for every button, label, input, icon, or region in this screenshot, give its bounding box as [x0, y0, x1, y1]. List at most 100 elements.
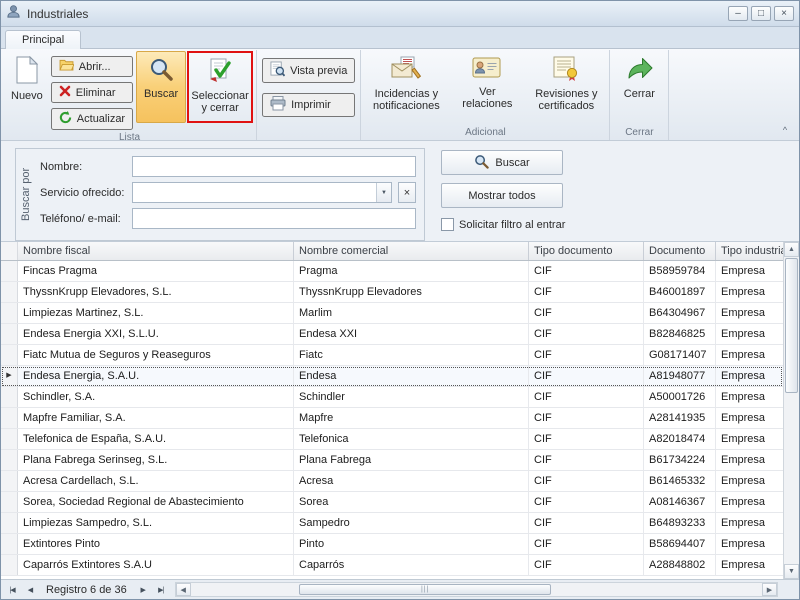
- nombre-label: Nombre:: [40, 161, 128, 173]
- buscar-panel-button[interactable]: Buscar: [441, 150, 563, 175]
- nuevo-button[interactable]: Nuevo: [6, 51, 48, 123]
- cell: Mapfre: [294, 408, 529, 428]
- relations-icon: [472, 56, 502, 84]
- cell: Empresa: [716, 282, 783, 302]
- scroll-right-icon[interactable]: ▶: [762, 583, 777, 596]
- vista-previa-button[interactable]: Vista previa: [262, 58, 355, 83]
- scroll-down-icon[interactable]: ▼: [784, 564, 799, 579]
- cell: CIF: [529, 492, 644, 512]
- seleccionar-y-cerrar-button[interactable]: Seleccionar y cerrar: [189, 53, 251, 121]
- cell: Fiatc Mutua de Seguros y Reaseguros: [18, 345, 294, 365]
- actualizar-button[interactable]: Actualizar: [51, 108, 133, 130]
- column-header-nombre-comercial[interactable]: Nombre comercial: [294, 242, 529, 260]
- table-row[interactable]: Schindler, S.A.SchindlerCIFA50001726Empr…: [1, 387, 783, 408]
- cell: Empresa: [716, 261, 783, 281]
- imprimir-button[interactable]: Imprimir: [262, 93, 355, 117]
- table-row[interactable]: Acresa Cardellach, S.L.AcresaCIFB6146533…: [1, 471, 783, 492]
- vertical-scrollbar-thumb[interactable]: [785, 258, 798, 393]
- cell: Limpiezas Martinez, S.L.: [18, 303, 294, 323]
- eliminar-button[interactable]: Eliminar: [51, 82, 133, 103]
- cell: CIF: [529, 555, 644, 575]
- cell: Schindler: [294, 387, 529, 407]
- row-gutter: [1, 324, 18, 344]
- nav-last-button[interactable]: ▶|: [153, 582, 169, 597]
- row-gutter: [1, 387, 18, 407]
- cell: B46001897: [644, 282, 716, 302]
- table-row[interactable]: Caparrós Extintores S.A.UCaparrósCIFA288…: [1, 555, 783, 576]
- nombre-input[interactable]: [132, 156, 416, 177]
- table-row[interactable]: Extintores PintoPintoCIFB58694407Empresa: [1, 534, 783, 555]
- preview-icon: [270, 61, 285, 80]
- table-row[interactable]: Telefonica de España, S.A.U.TelefonicaCI…: [1, 429, 783, 450]
- incidencias-button[interactable]: Incidencias y notificaciones: [364, 51, 448, 123]
- servicio-ofrecido-combobox[interactable]: ▼: [132, 182, 392, 203]
- table-row[interactable]: ThyssnKrupp Elevadores, S.L.ThyssnKrupp …: [1, 282, 783, 303]
- table-row[interactable]: Mapfre Familiar, S.A.MapfreCIFA28141935E…: [1, 408, 783, 429]
- table-row[interactable]: Limpiezas Martinez, S.L.MarlimCIFB643049…: [1, 303, 783, 324]
- nav-prev-button[interactable]: ◀: [22, 582, 38, 597]
- telefono-email-input[interactable]: [132, 208, 416, 229]
- minimize-button[interactable]: –: [728, 6, 748, 21]
- cell: Caparrós Extintores S.A.U: [18, 555, 294, 575]
- buscar-por-label: Buscar por: [20, 156, 40, 233]
- table-row[interactable]: Endesa Energia XXI, S.L.U.Endesa XXICIFB…: [1, 324, 783, 345]
- chevron-down-icon[interactable]: ▼: [376, 183, 391, 202]
- row-gutter: [1, 261, 18, 281]
- table-row[interactable]: Sorea, Sociedad Regional de Abastecimien…: [1, 492, 783, 513]
- tab-principal[interactable]: Principal: [5, 30, 81, 49]
- solicitar-filtro-checkbox-row[interactable]: Solicitar filtro al entrar: [441, 218, 565, 231]
- clear-filter-button[interactable]: ×: [398, 182, 416, 203]
- cell: Mapfre Familiar, S.A.: [18, 408, 294, 428]
- mostrar-todos-button[interactable]: Mostrar todos: [441, 183, 563, 208]
- cell: Extintores Pinto: [18, 534, 294, 554]
- titlebar[interactable]: Industriales – □ ×: [1, 1, 799, 27]
- row-gutter: [1, 492, 18, 512]
- collapse-ribbon-button[interactable]: ^: [777, 123, 793, 137]
- close-button[interactable]: ×: [774, 6, 794, 21]
- scroll-left-icon[interactable]: ◀: [176, 583, 191, 596]
- cell: A50001726: [644, 387, 716, 407]
- column-header-nombre-fiscal[interactable]: Nombre fiscal: [18, 242, 294, 260]
- table-row[interactable]: Fincas PragmaPragmaCIFB58959784Empresa: [1, 261, 783, 282]
- ver-relaciones-button[interactable]: Ver relaciones: [449, 51, 525, 123]
- table-row[interactable]: ▶Endesa Energia, S.A.U.EndesaCIFA8194807…: [1, 366, 783, 387]
- delete-icon: [59, 85, 71, 100]
- cell: Pragma: [294, 261, 529, 281]
- cell: Empresa: [716, 555, 783, 575]
- buscar-ribbon-button[interactable]: Buscar: [136, 51, 186, 123]
- column-header-tipo-industrial[interactable]: Tipo industrial: [716, 242, 783, 260]
- cerrar-button[interactable]: Cerrar: [613, 51, 665, 123]
- table-row[interactable]: Plana Fabrega Serinseg, S.L.Plana Fabreg…: [1, 450, 783, 471]
- cell: CIF: [529, 345, 644, 365]
- row-gutter: [1, 303, 18, 323]
- table-row[interactable]: Fiatc Mutua de Seguros y ReasegurosFiatc…: [1, 345, 783, 366]
- vertical-scrollbar[interactable]: ▲ ▼: [783, 242, 799, 579]
- cell: CIF: [529, 261, 644, 281]
- cell: CIF: [529, 471, 644, 491]
- column-header-documento[interactable]: Documento: [644, 242, 716, 260]
- revisiones-button[interactable]: Revisiones y certificados: [526, 51, 606, 123]
- cell: Telefonica: [294, 429, 529, 449]
- red-annotation-box: Seleccionar y cerrar: [187, 51, 253, 123]
- nav-next-button[interactable]: ▶: [135, 582, 151, 597]
- table-row[interactable]: Limpiezas Sampedro, S.L.SampedroCIFB6489…: [1, 513, 783, 534]
- cell: Limpiezas Sampedro, S.L.: [18, 513, 294, 533]
- cell: Fincas Pragma: [18, 261, 294, 281]
- column-header-tipo-documento[interactable]: Tipo documento: [529, 242, 644, 260]
- horizontal-scrollbar[interactable]: ◀ ||| ▶: [175, 582, 778, 597]
- nav-first-button[interactable]: |◀: [4, 582, 20, 597]
- cell: CIF: [529, 450, 644, 470]
- cell: CIF: [529, 513, 644, 533]
- checkbox-icon[interactable]: [441, 218, 454, 231]
- cell: CIF: [529, 534, 644, 554]
- horizontal-scrollbar-thumb[interactable]: |||: [299, 584, 552, 595]
- cell: Sorea, Sociedad Regional de Abastecimien…: [18, 492, 294, 512]
- cell: Acresa: [294, 471, 529, 491]
- servicio-ofrecido-input[interactable]: [133, 183, 376, 202]
- maximize-button[interactable]: □: [751, 6, 771, 21]
- printer-icon: [270, 96, 286, 114]
- abrir-button[interactable]: Abrir...: [51, 56, 133, 77]
- grid-corner: [1, 242, 18, 260]
- cell: A28141935: [644, 408, 716, 428]
- scroll-up-icon[interactable]: ▲: [784, 242, 799, 257]
